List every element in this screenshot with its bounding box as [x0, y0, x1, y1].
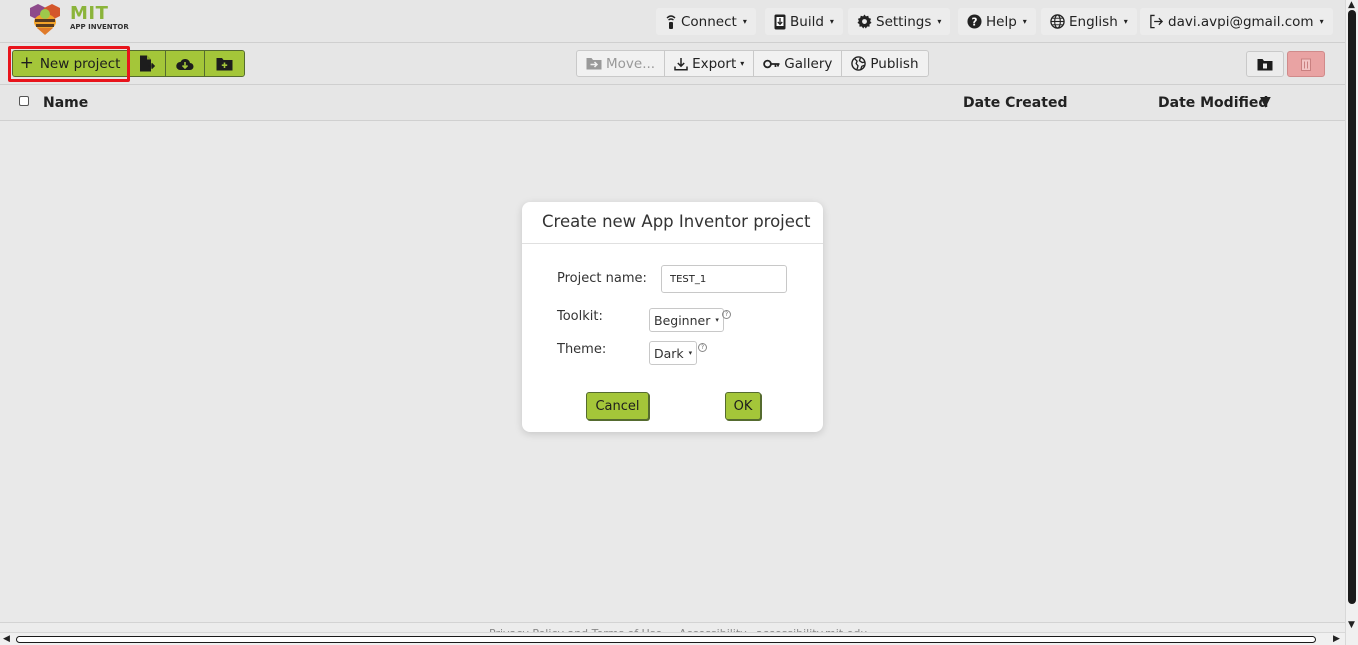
settings-menu[interactable]: Settings ▾ [848, 8, 951, 35]
folder-plus-icon [216, 57, 233, 70]
new-project-dialog: Create new App Inventor project Project … [522, 202, 823, 432]
trash-icon [1301, 58, 1311, 71]
connect-label: Connect [681, 13, 737, 30]
gallery-label: Gallery [784, 55, 833, 72]
toolkit-value: Beginner [654, 312, 711, 328]
logo-subtitle: APP INVENTOR [70, 23, 129, 31]
gallery-button[interactable]: Gallery [754, 51, 843, 76]
key-icon [763, 59, 780, 68]
column-date-created[interactable]: Date Created [963, 95, 1067, 111]
chevron-down-icon: ▾ [740, 59, 745, 68]
project-list-header: Name Date Created Date Modified ▼ [0, 85, 1345, 121]
settings-label: Settings [876, 13, 932, 30]
chevron-down-icon: ▾ [742, 17, 747, 26]
scroll-left-icon[interactable]: ◀ [3, 634, 10, 644]
publish-button[interactable]: Publish [842, 51, 927, 76]
bee-logo-icon [30, 4, 60, 35]
cancel-button[interactable]: Cancel [586, 392, 649, 420]
file-import-icon [139, 55, 155, 72]
project-name-label: Project name: [557, 271, 647, 286]
scroll-up-icon[interactable]: ▲ [1348, 0, 1355, 10]
help-menu[interactable]: ? Help ▾ [958, 8, 1036, 35]
svg-text:?: ? [972, 16, 978, 28]
download-icon [674, 57, 688, 71]
cloud-download-icon [176, 58, 194, 70]
toolkit-select[interactable]: Beginner ▾ [649, 308, 724, 332]
vertical-scroll-thumb[interactable] [1348, 10, 1356, 604]
new-folder-button[interactable] [205, 51, 244, 76]
account-menu[interactable]: davi.avpi@gmail.com ▾ [1140, 8, 1333, 35]
move-button[interactable]: Move... [577, 51, 666, 76]
gear-icon [857, 14, 872, 29]
chevron-down-icon: ▾ [829, 17, 834, 26]
build-icon [774, 14, 786, 29]
project-toolbar: + New project Move... Export ▾ Gallery P… [0, 43, 1345, 85]
project-operations-group: Move... Export ▾ Gallery Publish [576, 50, 929, 77]
app-inventor-logo[interactable]: MIT APP INVENTOR [24, 2, 144, 38]
language-menu[interactable]: English ▾ [1041, 8, 1137, 35]
project-name-input[interactable] [661, 265, 787, 293]
export-button[interactable]: Export ▾ [665, 51, 755, 76]
chevron-down-icon: ▾ [688, 349, 693, 357]
sort-descending-icon[interactable]: ▼ [1260, 94, 1271, 110]
horizontal-scrollbar[interactable]: ◀ ▶ [0, 632, 1345, 645]
chevron-down-icon: ▾ [1022, 17, 1027, 26]
new-project-label: New project [39, 55, 121, 72]
vertical-scrollbar[interactable]: ▲ ▼ [1345, 0, 1358, 645]
dialog-divider [522, 243, 823, 244]
theme-help-icon[interactable]: ? [698, 343, 707, 352]
help-icon: ? [967, 14, 982, 29]
select-all-checkbox[interactable] [19, 96, 29, 106]
chevron-down-icon: ▾ [1319, 17, 1324, 26]
new-project-button[interactable]: + New project [13, 51, 128, 76]
globe-publish-icon [851, 56, 867, 71]
theme-select[interactable]: Dark ▾ [649, 341, 698, 365]
sign-out-icon [1150, 14, 1164, 29]
toolkit-label: Toolkit: [557, 309, 603, 324]
connect-menu[interactable]: Connect ▾ [656, 8, 756, 35]
chevron-down-icon: ▾ [937, 17, 942, 26]
theme-value: Dark [654, 345, 684, 361]
move-label: Move... [606, 55, 656, 72]
import-project-button[interactable] [128, 51, 166, 76]
theme-label: Theme: [557, 342, 607, 357]
logo-title: MIT [70, 3, 109, 24]
publish-label: Publish [870, 55, 919, 72]
folder-trash-icon [1257, 58, 1273, 70]
dialog-title: Create new App Inventor project [542, 212, 811, 231]
import-from-cloud-button[interactable] [166, 51, 205, 76]
help-label: Help [986, 13, 1017, 30]
toolkit-help-icon[interactable]: ? [722, 310, 731, 319]
delete-project-button[interactable] [1287, 51, 1325, 77]
top-navbar: MIT APP INVENTOR Connect ▾ Build ▾ Setti… [0, 0, 1345, 43]
build-menu[interactable]: Build ▾ [765, 8, 843, 35]
column-date-modified[interactable]: Date Modified [1158, 95, 1268, 111]
export-label: Export [692, 55, 737, 72]
view-trash-button[interactable] [1246, 51, 1284, 77]
scroll-down-icon[interactable]: ▼ [1348, 620, 1355, 630]
globe-icon [1050, 14, 1065, 29]
chevron-down-icon: ▾ [715, 316, 719, 324]
scroll-right-icon[interactable]: ▶ [1333, 634, 1340, 644]
chevron-down-icon: ▾ [1123, 17, 1128, 26]
project-actions-group: + New project [12, 50, 245, 77]
ok-button[interactable]: OK [725, 392, 761, 420]
plus-icon: + [19, 53, 34, 73]
column-name[interactable]: Name [43, 95, 88, 111]
language-label: English [1069, 13, 1118, 30]
build-label: Build [790, 13, 824, 30]
connect-icon [666, 14, 676, 29]
folder-move-icon [586, 58, 602, 70]
horizontal-scroll-thumb[interactable] [16, 636, 1316, 643]
account-label: davi.avpi@gmail.com [1168, 13, 1314, 30]
